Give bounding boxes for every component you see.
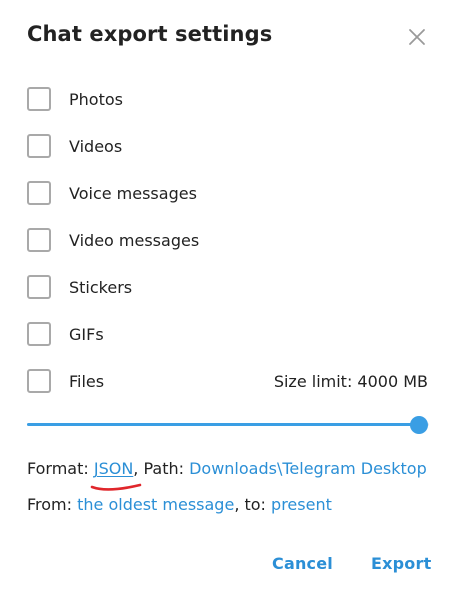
slider-handle[interactable]	[410, 416, 428, 434]
option-label: Video messages	[69, 230, 200, 250]
format-json-link[interactable]: JSON	[94, 459, 133, 478]
export-button[interactable]: Export	[371, 554, 431, 573]
option-stickers[interactable]: Stickers	[27, 273, 427, 301]
date-range-line: From: the oldest message, to: present	[27, 495, 332, 514]
option-voice-messages[interactable]: Voice messages	[27, 179, 427, 207]
video-messages-checkbox[interactable]	[27, 228, 51, 252]
close-button[interactable]	[404, 24, 430, 50]
option-label: GIFs	[69, 324, 104, 344]
videos-checkbox[interactable]	[27, 134, 51, 158]
close-icon	[409, 29, 425, 45]
option-label: Videos	[69, 136, 123, 156]
option-video-messages[interactable]: Video messages	[27, 226, 427, 254]
export-dialog: Chat export settings Photos Videos Voice…	[0, 0, 455, 598]
option-label: Voice messages	[69, 183, 197, 203]
option-label: Photos	[69, 89, 123, 109]
cancel-button[interactable]: Cancel	[272, 554, 333, 573]
option-photos[interactable]: Photos	[27, 85, 427, 113]
stickers-checkbox[interactable]	[27, 275, 51, 299]
slider-fill	[27, 423, 419, 426]
from-label: From:	[27, 495, 78, 514]
to-label: , to:	[234, 495, 272, 514]
format-link-wrap: JSON	[90, 459, 142, 491]
dialog-title: Chat export settings	[27, 22, 273, 46]
path-label: , Path:	[133, 459, 190, 478]
size-limit-slider[interactable]	[27, 415, 429, 435]
files-checkbox[interactable]	[27, 369, 51, 393]
photos-checkbox[interactable]	[27, 87, 51, 111]
option-gifs[interactable]: GIFs	[27, 320, 427, 348]
option-files[interactable]: Files	[27, 367, 267, 395]
option-label: Files	[69, 371, 105, 391]
gifs-checkbox[interactable]	[27, 322, 51, 346]
size-limit-label: Size limit: 4000 MB	[273, 372, 428, 391]
option-videos[interactable]: Videos	[27, 132, 427, 160]
path-link[interactable]: Downloads\Telegram Desktop	[189, 459, 427, 478]
to-link[interactable]: present	[271, 495, 332, 514]
red-underline-annotation	[90, 483, 142, 491]
option-label: Stickers	[69, 277, 133, 297]
format-path-line: Format: JSON, Path: Downloads\Telegram D…	[27, 459, 427, 491]
voice-messages-checkbox[interactable]	[27, 181, 51, 205]
from-link[interactable]: the oldest message	[77, 495, 234, 514]
format-label: Format:	[27, 459, 94, 478]
